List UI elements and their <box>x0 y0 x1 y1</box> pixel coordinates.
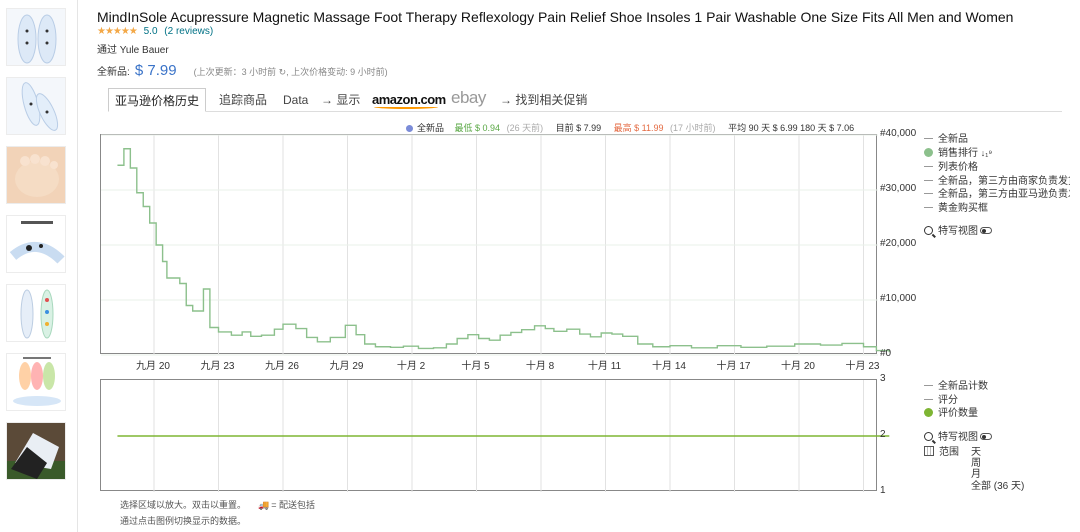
rating-value: 5.0 <box>143 26 158 37</box>
sales-rank-plot <box>101 134 890 356</box>
show-label: → 显示 <box>321 93 361 107</box>
range-all[interactable]: 全部 (36 天) <box>971 477 1024 492</box>
x-tick-label: 九月 20 <box>136 361 170 372</box>
x-tick-label: 九月 26 <box>265 361 299 372</box>
legend-buy-box[interactable]: 黄金购买框 <box>924 199 988 214</box>
tab-data[interactable]: Data <box>283 88 308 112</box>
toggle-switch-icon[interactable] <box>980 227 992 234</box>
thumbnail-in-shoe[interactable] <box>6 422 66 480</box>
x-tick-label: 九月 29 <box>329 361 364 372</box>
y-tick-label: #40,000 <box>880 128 917 139</box>
thumbnail-flexible-durable[interactable] <box>6 215 66 273</box>
image-thumbnail-strip <box>0 0 78 532</box>
product-title[interactable]: MindInSole Acupressure Magnetic Massage … <box>97 9 1013 25</box>
ebay-link[interactable]: ebay <box>451 86 486 110</box>
legend-new-count[interactable]: 全新品计数 <box>924 377 988 392</box>
price-stats: 全新品 最低 $ 0.94 (26 天前) 目前 $ 7.99 最高 $ 11.… <box>406 121 858 134</box>
x-tick-label: 十月 20 <box>781 361 815 372</box>
review-count-chart[interactable] <box>100 379 890 492</box>
closeup-toggle-2[interactable]: 特写视图 <box>924 428 992 443</box>
y-tick-label: 1 <box>880 485 886 496</box>
stat-highest-when: (17 小时前) <box>670 123 716 133</box>
tab-bar: 亚马逊价格历史 追踪商品 Data → 显示 amazon.com ebay →… <box>108 88 1062 112</box>
sales-rank-dot-icon <box>924 148 933 157</box>
x-tick-label: 十月 17 <box>716 361 751 372</box>
stat-average: 平均 90 天 $ 6.99 180 天 $ 7.06 <box>728 123 855 133</box>
x-tick-label: 十月 23 <box>845 361 880 372</box>
sales-rank-line <box>117 148 890 353</box>
thumbnail-insoles-top[interactable] <box>6 8 66 66</box>
x-tick-label: 十月 14 <box>652 361 686 372</box>
star-rating-icon: ★★★★★ <box>97 26 138 37</box>
x-tick-label: 十月 8 <box>525 361 555 372</box>
footnote-shipping: = 配送包括 <box>271 500 315 510</box>
stat-lowest: 最低 $ 0.94 <box>454 123 501 133</box>
y-tick-label: 2 <box>880 429 886 440</box>
toggle-switch-icon[interactable] <box>980 433 992 440</box>
price-update-meta: (上次更新：3 小时前 ↻, 上次价格变动: 9 小时前) <box>193 67 388 77</box>
new-price-dot-icon <box>406 125 413 132</box>
x-tick-label: 九月 23 <box>200 361 235 372</box>
legend-review-count[interactable]: 评价数量 <box>924 404 978 419</box>
search-icon <box>924 226 933 235</box>
legend-new-amazon[interactable]: 全新品，第三方由亚马逊负责发货 <box>924 185 1070 200</box>
stat-current: 目前 $ 7.99 <box>555 123 602 133</box>
current-price: $ 7.99 <box>134 62 177 79</box>
y-tick-label: 3 <box>880 373 886 384</box>
thumbnail-insoles-angle[interactable] <box>6 77 66 135</box>
price-label: 全新品: <box>97 67 130 78</box>
y-tick-label: #20,000 <box>880 238 917 249</box>
review-count-plot <box>117 380 890 492</box>
rating-row: ★★★★★ 5.0 (2 reviews) <box>97 26 213 37</box>
amazon-link[interactable]: amazon.com <box>372 88 446 112</box>
x-tick-label: 十月 11 <box>587 361 622 372</box>
closeup-toggle-1[interactable]: 特写视图 <box>924 222 992 237</box>
tab-price-history[interactable]: 亚马逊价格历史 <box>108 88 207 112</box>
footnote-zoom: 选择区域以放大。双击以重置。 <box>120 500 247 510</box>
sales-rank-chart[interactable] <box>100 134 890 356</box>
y-tick-label: #10,000 <box>880 293 917 304</box>
reviews-link[interactable]: (2 reviews) <box>164 26 213 37</box>
footnote-toggle: 通过点击图例切换显示的数据。 <box>120 516 247 526</box>
ebay-logo-icon: ebay <box>451 88 486 107</box>
thumbnail-foot-massage[interactable] <box>6 146 66 204</box>
price-row: 全新品: $ 7.99 (上次更新：3 小时前 ↻, 上次价格变动: 9 小时前… <box>97 62 388 79</box>
thumbnail-reflexology-chart[interactable] <box>6 353 66 411</box>
search-icon <box>924 432 933 441</box>
sort-icon[interactable]: ↓₁⁹ <box>981 148 992 158</box>
y-tick-label: #30,000 <box>880 183 917 194</box>
truck-icon: 🚚 <box>258 500 270 510</box>
stat-new[interactable]: 全新品 <box>406 123 448 133</box>
stat-highest: 最高 $ 11.99 <box>613 123 664 133</box>
y-tick-label: #0 <box>880 348 892 359</box>
thumbnail-acupoints[interactable] <box>6 284 66 342</box>
x-tick-label: 十月 2 <box>396 361 426 372</box>
range-label: 范围 <box>924 443 959 458</box>
legend-sales-rank[interactable]: 销售排行 ↓₁⁹ <box>924 144 992 159</box>
seller-byline: 通过 Yule Bauer <box>97 45 169 56</box>
find-deals-link[interactable]: → 找到相关促销 <box>500 88 587 112</box>
chart-footnote: 选择区域以放大。双击以重置。 🚚 = 配送包括 通过点击图例切换显示的数据。 <box>120 498 315 527</box>
amazon-logo-icon: amazon.com <box>372 92 446 109</box>
tab-track-product[interactable]: 追踪商品 <box>219 88 267 112</box>
calendar-icon <box>924 446 934 456</box>
review-count-dot-icon <box>924 408 933 417</box>
stat-lowest-when: (26 天前) <box>506 123 544 133</box>
x-tick-label: 十月 5 <box>461 361 490 372</box>
legend-new[interactable]: 全新品 <box>924 130 968 145</box>
legend-list-price[interactable]: 列表价格 <box>924 158 978 173</box>
